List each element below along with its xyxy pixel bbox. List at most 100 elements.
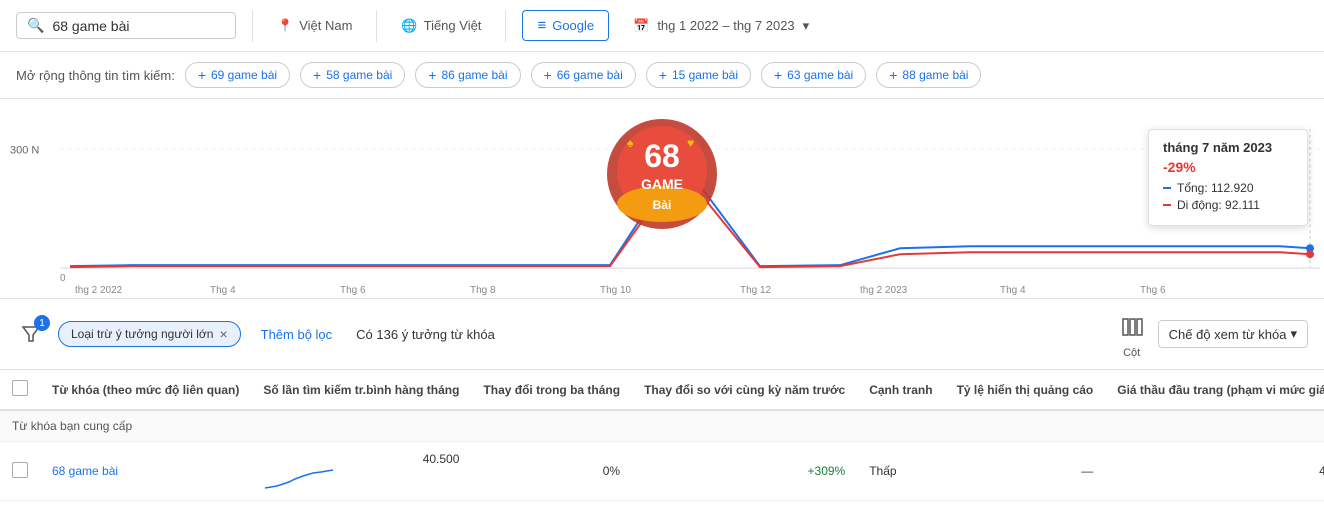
view-dropdown-label: Chế độ xem từ khóa	[1169, 327, 1287, 342]
location-label: Việt Nam	[299, 18, 352, 33]
translate-icon: 🌐	[401, 18, 417, 34]
plus-icon-1: +	[313, 67, 321, 83]
header-monthly-search: Số lần tìm kiếm tr.bình hàng tháng	[251, 370, 471, 410]
header-impression-share: Tỷ lệ hiển thị quảng cáo	[945, 370, 1106, 410]
expand-chip-label-0: 69 game bài	[211, 68, 277, 82]
section-label: Từ khóa bạn cung cấp	[0, 410, 1324, 442]
sparkline-cell	[263, 466, 459, 490]
svg-text:Thg 4: Thg 4	[210, 285, 236, 296]
view-dropdown[interactable]: Chế độ xem từ khóa ▾	[1158, 320, 1308, 348]
chart-area: 300 N 0 thg 2 2022 Thg 4 Thg 6 Thg 8 Thg…	[0, 99, 1324, 299]
keywords-table: Từ khóa (theo mức độ liên quan) Số lần t…	[0, 370, 1324, 501]
header-keyword: Từ khóa (theo mức độ liên quan)	[40, 370, 251, 410]
expand-chip-2[interactable]: + 86 game bài	[415, 62, 520, 88]
svg-text:Thg 10: Thg 10	[600, 285, 632, 296]
header-checkbox-col	[0, 370, 40, 410]
header-competition: Cạnh tranh	[857, 370, 944, 410]
date-range-button[interactable]: 📅 thg 1 2022 – thg 7 2023 ▾	[625, 14, 817, 38]
location-button[interactable]: 📍 Việt Nam	[269, 14, 360, 38]
expand-row: Mở rộng thông tin tìm kiếm: + 69 game bà…	[0, 52, 1324, 99]
tooltip-pct: -29%	[1163, 159, 1293, 175]
view-options: Cột Chế độ xem từ khóa ▾	[1114, 309, 1308, 359]
remove-filter-icon[interactable]: ×	[219, 326, 227, 342]
expand-chip-label-3: 66 game bài	[557, 68, 623, 82]
svg-text:thg 2 2023: thg 2 2023	[860, 285, 908, 296]
expand-chip-6[interactable]: + 88 game bài	[876, 62, 981, 88]
row-checkbox-cell	[0, 442, 40, 501]
expand-chip-1[interactable]: + 58 game bài	[300, 62, 405, 88]
date-range-label: thg 1 2022 – thg 7 2023	[657, 18, 794, 33]
change-yoy-cell: +309%	[632, 442, 857, 501]
blue-line-indicator	[1163, 187, 1171, 189]
tooltip-mobile-label: Di động: 92.111	[1177, 198, 1260, 212]
svg-text:Thg 8: Thg 8	[470, 285, 496, 296]
change-3m-cell: 0%	[471, 442, 632, 501]
y-axis-label: 300 N	[10, 145, 39, 157]
divider	[252, 10, 253, 42]
plus-icon-4: +	[659, 67, 667, 83]
column-view-button[interactable]	[1114, 309, 1150, 345]
expand-label: Mở rộng thông tin tìm kiếm:	[16, 68, 175, 83]
table-header: Từ khóa (theo mức độ liên quan) Số lần t…	[0, 370, 1324, 410]
header-bid-low: Giá thầu đầu trang (phạm vi mức giá thấp…	[1105, 370, 1324, 410]
plus-icon-0: +	[198, 67, 206, 83]
filter-icon-button[interactable]: 1	[16, 319, 46, 349]
chart-svg: 300 N 0 thg 2 2022 Thg 4 Thg 6 Thg 8 Thg…	[0, 99, 1324, 298]
header-change-3m: Thay đổi trong ba tháng	[471, 370, 632, 410]
expand-chip-0[interactable]: + 69 game bài	[185, 62, 290, 88]
chevron-down-icon: ▾	[803, 18, 810, 34]
chart-tooltip: tháng 7 năm 2023 -29% Tổng: 112.920 Di đ…	[1148, 129, 1308, 226]
tooltip-mobile: Di động: 92.111	[1163, 198, 1293, 212]
google-icon: ≡	[537, 17, 546, 34]
bid-low-cell: 4.707 ₫	[1105, 442, 1324, 501]
platform-label: Google	[552, 18, 594, 33]
tooltip-title: tháng 7 năm 2023	[1163, 140, 1293, 155]
filter-count: Có 136 ý tưởng từ khóa	[356, 327, 495, 342]
divider3	[505, 10, 506, 42]
filter-badge: 1	[34, 315, 50, 331]
language-label: Tiếng Việt	[424, 18, 482, 33]
header-change-yoy: Thay đổi so với cùng kỳ năm trước	[632, 370, 857, 410]
table-body: Từ khóa bạn cung cấp 68 game bài 40.500 …	[0, 410, 1324, 501]
active-filter-chip[interactable]: Loại trừ ý tưởng người lớn ×	[58, 321, 241, 347]
expand-chip-label-2: 86 game bài	[441, 68, 507, 82]
row-checkbox[interactable]	[12, 462, 28, 478]
tooltip-total-label: Tổng: 112.920	[1177, 181, 1254, 195]
chevron-down-view-icon: ▾	[1290, 326, 1297, 342]
language-button[interactable]: 🌐 Tiếng Việt	[393, 14, 489, 38]
add-filter-button[interactable]: Thêm bộ lọc	[253, 323, 341, 346]
plus-icon-6: +	[889, 67, 897, 83]
impression-share-cell: —	[945, 442, 1106, 501]
expand-chip-label-1: 58 game bài	[326, 68, 392, 82]
table-wrapper: Từ khóa (theo mức độ liên quan) Số lần t…	[0, 370, 1324, 501]
section-label-row: Từ khóa bạn cung cấp	[0, 410, 1324, 442]
expand-chip-label-6: 88 game bài	[902, 68, 968, 82]
filter-row: 1 Loại trừ ý tưởng người lớn × Thêm bộ l…	[0, 299, 1324, 370]
grid-columns-icon	[1121, 316, 1143, 338]
col-label: Cột	[1123, 347, 1140, 359]
search-query: 68 game bài	[52, 18, 129, 34]
expand-chip-5[interactable]: + 63 game bài	[761, 62, 866, 88]
keyword-cell[interactable]: 68 game bài	[40, 442, 251, 501]
svg-text:Thg 6: Thg 6	[1140, 285, 1166, 296]
expand-chip-4[interactable]: + 15 game bài	[646, 62, 751, 88]
monthly-search-cell: 40.500	[251, 442, 471, 501]
plus-icon-5: +	[774, 67, 782, 83]
expand-chip-3[interactable]: + 66 game bài	[531, 62, 636, 88]
plus-icon-2: +	[428, 67, 436, 83]
divider2	[376, 10, 377, 42]
competition-cell: Thấp	[857, 442, 944, 501]
svg-text:Thg 12: Thg 12	[740, 285, 772, 296]
header-bar: 🔍 68 game bài 📍 Việt Nam 🌐 Tiếng Việt ≡ …	[0, 0, 1324, 52]
search-box[interactable]: 🔍 68 game bài	[16, 12, 236, 39]
red-line-indicator	[1163, 204, 1171, 206]
expand-chip-label-4: 15 game bài	[672, 68, 738, 82]
platform-button[interactable]: ≡ Google	[522, 10, 609, 41]
table-row: 68 game bài 40.500 0% +309% Thấp — 4.707…	[0, 442, 1324, 501]
header-checkbox[interactable]	[12, 380, 28, 396]
svg-text:Thg 6: Thg 6	[340, 285, 366, 296]
search-icon: 🔍	[27, 17, 44, 34]
active-filter-label: Loại trừ ý tưởng người lớn	[71, 327, 213, 341]
location-pin-icon: 📍	[277, 18, 293, 34]
svg-text:Thg 4: Thg 4	[1000, 285, 1026, 296]
